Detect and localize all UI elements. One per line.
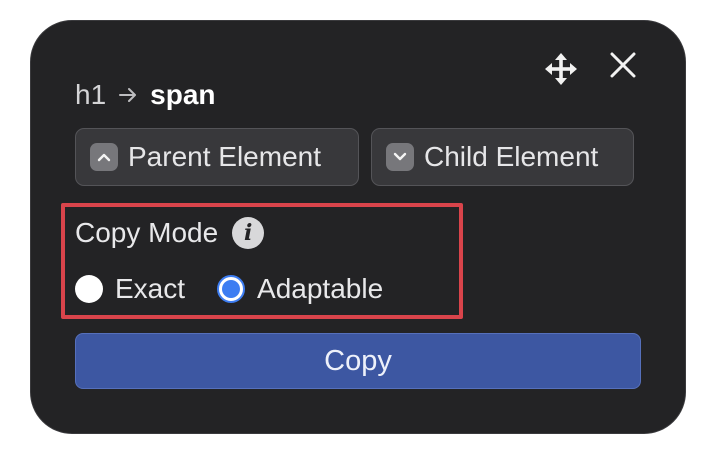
copy-element-panel: h1 span Parent Element Child Element Cop… xyxy=(30,20,686,434)
radio-exact-label: Exact xyxy=(115,273,186,304)
copy-mode-title: Copy Mode xyxy=(75,217,219,248)
radio-option-exact[interactable]: Exact xyxy=(75,273,185,305)
breadcrumb-parent: h1 xyxy=(75,79,107,110)
copy-mode-options: Exact Adaptable xyxy=(75,271,383,307)
chevron-down-icon xyxy=(386,143,414,171)
arrow-right-icon xyxy=(118,87,138,103)
chevron-up-icon xyxy=(90,143,118,171)
move-arrows-icon[interactable] xyxy=(543,51,579,87)
copy-button[interactable]: Copy xyxy=(75,333,641,389)
child-element-button[interactable]: Child Element xyxy=(371,128,634,186)
radio-exact[interactable] xyxy=(75,275,103,303)
radio-option-adaptable[interactable]: Adaptable xyxy=(217,273,383,305)
copy-mode-heading: Copy Mode i xyxy=(75,213,265,253)
breadcrumb: h1 span xyxy=(75,77,216,113)
radio-adaptable[interactable] xyxy=(217,275,246,303)
child-element-label: Child Element xyxy=(424,141,599,172)
close-icon[interactable] xyxy=(605,47,641,83)
radio-adaptable-label: Adaptable xyxy=(257,273,384,304)
parent-element-button[interactable]: Parent Element xyxy=(75,128,359,186)
parent-element-label: Parent Element xyxy=(128,141,321,172)
breadcrumb-current: span xyxy=(150,79,216,110)
info-icon[interactable]: i xyxy=(232,217,265,249)
radio-selected-dot xyxy=(222,280,241,298)
